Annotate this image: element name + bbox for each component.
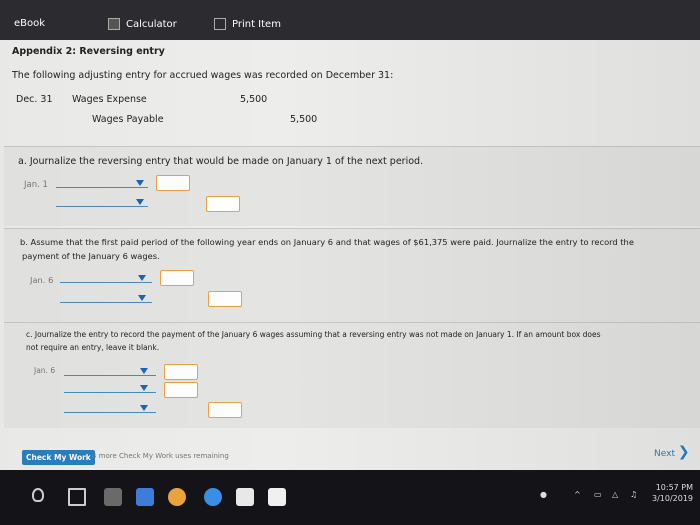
part-a-date: Jan. 1	[24, 180, 48, 190]
chevron-down-icon[interactable]	[140, 385, 148, 391]
part-a-credit-input[interactable]	[206, 196, 240, 212]
os-taskbar: ● ^ ▭ △ ♫ 10:57 PM 3/10/2019	[0, 470, 700, 525]
chevron-up-icon[interactable]: ^	[574, 490, 581, 499]
problem-content: Appendix 2: Reversing entry The followin…	[0, 40, 700, 470]
ebook-label: eBook	[14, 18, 46, 29]
store-icon[interactable]	[236, 488, 254, 506]
adjusting-date: Dec. 31	[16, 94, 53, 105]
calculator-button[interactable]: Calculator	[108, 18, 177, 30]
appendix-title: Appendix 2: Reversing entry	[12, 46, 165, 57]
top-toolbar: eBook Calculator Print Item	[0, 0, 700, 40]
part-a-account-dropdown-2[interactable]	[56, 206, 148, 207]
part-c-account-dropdown-2[interactable]	[64, 392, 156, 393]
debit-amount: 5,500	[240, 94, 268, 105]
debit-account: Wages Expense	[72, 94, 147, 105]
chevron-down-icon[interactable]	[138, 295, 146, 301]
chevron-right-icon: ❯	[677, 444, 690, 460]
battery-icon[interactable]: ▭	[594, 490, 602, 499]
part-b-credit-input[interactable]	[208, 291, 242, 307]
print-item-button[interactable]: Print Item	[214, 18, 281, 30]
part-c-credit-input[interactable]	[208, 402, 242, 418]
chevron-down-icon[interactable]	[136, 180, 144, 186]
part-a-prompt: a. Journalize the reversing entry that w…	[18, 156, 424, 167]
part-b-prompt-line2: payment of the January 6 wages.	[22, 251, 160, 261]
calculator-icon	[108, 18, 120, 30]
part-a-account-dropdown-1[interactable]	[56, 187, 148, 188]
next-button[interactable]: Next ❯	[654, 444, 690, 460]
chevron-down-icon[interactable]	[138, 275, 146, 281]
clock-date: 3/10/2019	[652, 494, 694, 503]
part-c-date: Jan. 6	[34, 366, 56, 375]
next-label: Next	[654, 449, 675, 459]
chevron-down-icon[interactable]	[136, 199, 144, 205]
wifi-icon[interactable]: △	[612, 490, 618, 499]
credit-amount: 5,500	[290, 114, 318, 125]
part-c-debit-input-2[interactable]	[164, 382, 198, 398]
part-c-prompt-line1: c. Journalize the entry to record the pa…	[26, 330, 601, 339]
part-c-debit-input-1[interactable]	[164, 364, 198, 380]
part-b-debit-input[interactable]	[160, 270, 194, 286]
check-my-work-button[interactable]: Check My Work	[22, 450, 95, 465]
ebook-button[interactable]: eBook	[14, 18, 45, 29]
mail-icon[interactable]	[268, 488, 286, 506]
task-view-icon[interactable]	[68, 488, 86, 506]
part-a-debit-input[interactable]	[156, 175, 190, 191]
volume-icon[interactable]: ♫	[630, 490, 637, 499]
clock-time: 10:57 PM	[655, 483, 694, 492]
people-icon[interactable]: ●	[540, 490, 547, 499]
credit-account: Wages Payable	[92, 114, 164, 125]
edge-icon[interactable]	[204, 488, 222, 506]
part-b-prompt-line1: b. Assume that the first paid period of …	[20, 237, 634, 247]
part-c-account-dropdown-3[interactable]	[64, 412, 156, 413]
app-icon[interactable]	[104, 488, 122, 506]
chrome-icon[interactable]	[168, 488, 186, 506]
search-icon[interactable]	[32, 488, 44, 502]
chevron-down-icon[interactable]	[140, 405, 148, 411]
calculator-label: Calculator	[126, 18, 177, 30]
file-explorer-icon[interactable]	[136, 488, 154, 506]
part-c-account-dropdown-1[interactable]	[64, 375, 156, 376]
part-b-account-dropdown-1[interactable]	[60, 282, 152, 283]
part-c-prompt-line2: not require an entry, leave it blank.	[26, 343, 160, 352]
chevron-down-icon[interactable]	[140, 368, 148, 374]
part-b-account-dropdown-2[interactable]	[60, 302, 152, 303]
print-label: Print Item	[232, 18, 281, 30]
clock[interactable]: 10:57 PM 3/10/2019	[652, 483, 693, 503]
intro-text: The following adjusting entry for accrue…	[12, 70, 394, 81]
check-remaining-text: 4 more Check My Work uses remaining	[92, 452, 229, 460]
print-icon	[214, 18, 226, 30]
part-b-date: Jan. 6	[30, 275, 54, 285]
